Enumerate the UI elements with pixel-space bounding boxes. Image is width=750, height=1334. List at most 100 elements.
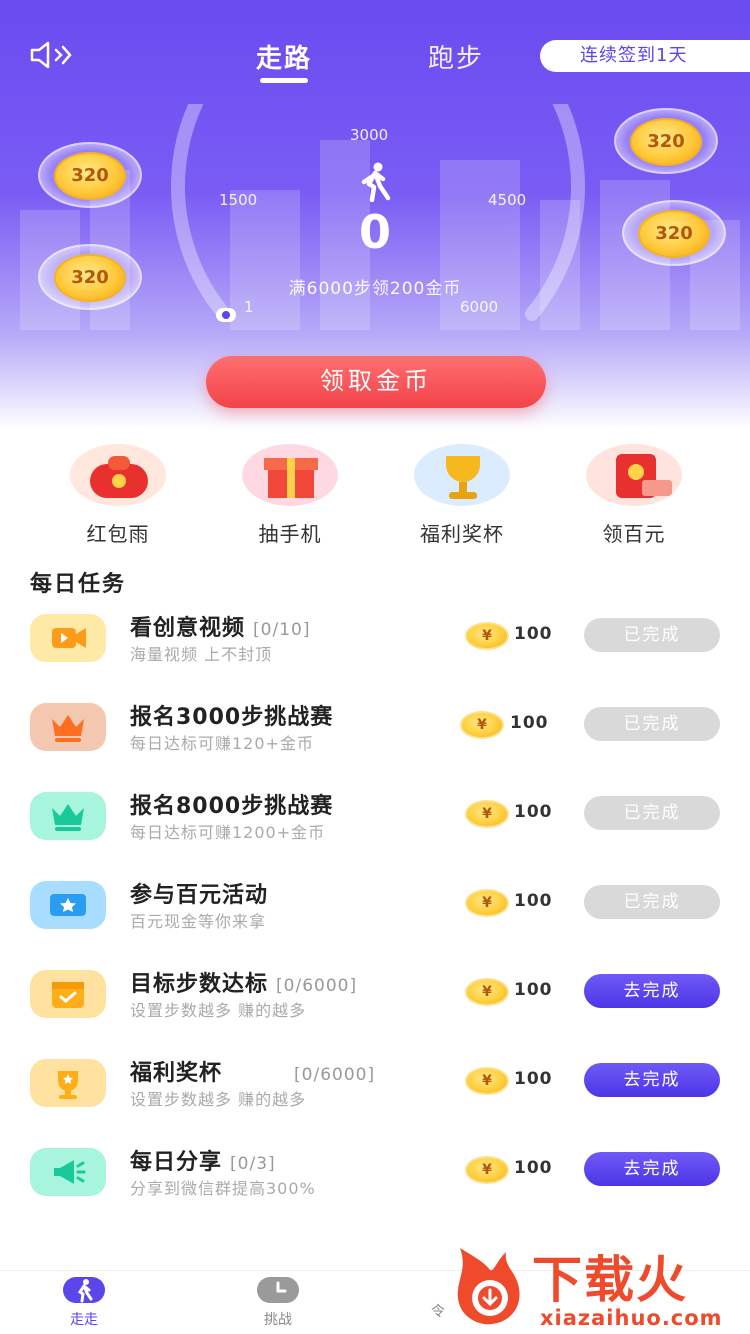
crown-icon xyxy=(30,792,106,840)
coin-bubble[interactable]: 320 xyxy=(622,200,726,266)
nav-label: 挑战 xyxy=(264,1312,292,1328)
task-reward: 100 xyxy=(514,1158,553,1178)
task-reward: 100 xyxy=(514,802,553,822)
entry-lucky-phone[interactable]: 抽手机 xyxy=(204,440,376,547)
gauge-tick-6000: 6000 xyxy=(460,298,499,316)
task-go-button[interactable]: 去完成 xyxy=(584,1152,720,1186)
megaphone-icon xyxy=(30,1148,106,1196)
daily-tasks-title: 每日任务 xyxy=(30,572,127,597)
task-title: 每日分享 [0/3] xyxy=(130,1150,276,1175)
task-go-button[interactable]: 去完成 xyxy=(584,974,720,1008)
task-reward: 100 xyxy=(510,713,549,733)
task-row: 目标步数达标 [0/6000] 设置步数越多 赚的越多 ¥ 100 去完成 xyxy=(0,952,750,1041)
calendar-icon xyxy=(30,970,106,1018)
gauge-tick-3000: 3000 xyxy=(350,126,389,144)
task-row: 福利奖杯 [0/6000] 设置步数越多 赚的越多 ¥ 100 去完成 xyxy=(0,1041,750,1130)
task-completed-button[interactable]: 已完成 xyxy=(584,707,720,741)
task-description: 设置步数越多 赚的越多 xyxy=(130,1090,307,1109)
task-description: 百元现金等你来拿 xyxy=(130,912,267,931)
coin-icon: ¥ xyxy=(465,978,509,1006)
task-title: 看创意视频 [0/10] xyxy=(130,616,311,641)
task-title: 报名8000步挑战赛 xyxy=(130,794,334,819)
watermark-url: xiazaihuo.com xyxy=(540,1306,723,1330)
coin-bubble[interactable]: 320 xyxy=(38,142,142,208)
tab-active-indicator xyxy=(260,78,309,83)
task-description: 分享到微信群提高300% xyxy=(130,1179,316,1198)
task-progress: [0/10] xyxy=(253,620,311,640)
coin-icon: 320 xyxy=(54,254,126,302)
task-row: 报名3000步挑战赛 每日达标可赚120+金币 ¥ 100 已完成 xyxy=(0,685,750,774)
task-reward: 100 xyxy=(514,1069,553,1089)
task-row: 报名8000步挑战赛 每日达标可赚1200+金币 ¥ 100 已完成 xyxy=(0,774,750,863)
entry-label: 红包雨 xyxy=(86,522,150,546)
coin-icon: 320 xyxy=(54,152,126,200)
task-description: 海量视频 上不封顶 xyxy=(130,645,273,664)
signin-streak-button[interactable]: 连续签到1天 xyxy=(540,40,750,72)
red-envelope-icon xyxy=(70,444,166,506)
task-title: 报名3000步挑战赛 xyxy=(130,705,334,730)
gauge-tick-4500: 4500 xyxy=(488,191,527,209)
tab-run[interactable]: 跑步 xyxy=(428,38,484,75)
claim-coins-button[interactable]: 领取金币 xyxy=(206,356,546,408)
task-title: 福利奖杯 [0/6000] xyxy=(130,1061,376,1086)
nav-item-challenge[interactable]: 挑战 xyxy=(218,1277,338,1329)
task-row: 每日分享 [0/3] 分享到微信群提高300% ¥ 100 去完成 xyxy=(0,1130,750,1219)
watermark-brand: 下载火 xyxy=(532,1251,688,1309)
coin-icon: ¥ xyxy=(465,1156,509,1184)
task-title: 目标步数达标 [0/6000] xyxy=(130,972,358,997)
walking-person-icon xyxy=(361,162,391,202)
ticket-icon xyxy=(30,881,106,929)
flame-logo-icon xyxy=(457,1248,520,1325)
task-description: 设置步数越多 赚的越多 xyxy=(130,1001,307,1020)
task-description: 每日达标可赚1200+金币 xyxy=(130,823,326,842)
coin-icon: ¥ xyxy=(460,711,504,739)
task-completed-button[interactable]: 已完成 xyxy=(584,618,720,652)
task-completed-button[interactable]: 已完成 xyxy=(584,885,720,919)
task-progress: [0/6000] xyxy=(276,976,358,996)
entry-red-envelope-rain[interactable]: 红包雨 xyxy=(32,440,204,547)
coin-bubble[interactable]: 320 xyxy=(38,244,142,310)
walking-person-icon xyxy=(63,1277,105,1303)
task-completed-button[interactable]: 已完成 xyxy=(584,796,720,830)
quick-entries: 红包雨 抽手机 福利奖杯 领百元 xyxy=(0,440,750,550)
entry-label: 抽手机 xyxy=(258,522,322,546)
tab-walk-label: 走路 xyxy=(256,44,313,74)
task-go-button[interactable]: 去完成 xyxy=(584,1063,720,1097)
task-progress: [0/3] xyxy=(230,1154,276,1174)
entry-label: 福利奖杯 xyxy=(420,522,504,546)
gauge-progress-marker xyxy=(216,308,236,322)
task-progress: [0/6000] xyxy=(294,1065,376,1085)
step-count: 0 xyxy=(358,205,391,259)
nav-item-walk[interactable]: 走走 xyxy=(24,1277,144,1329)
task-reward: 100 xyxy=(514,891,553,911)
coin-bubble[interactable]: 320 xyxy=(614,108,718,174)
red-packet-cash-icon xyxy=(586,444,682,506)
video-icon xyxy=(30,614,106,662)
task-row: 参与百元活动 百元现金等你来拿 ¥ 100 已完成 xyxy=(0,863,750,952)
task-description: 每日达标可赚120+金币 xyxy=(130,734,314,753)
gauge-tick-start: 1 xyxy=(244,298,254,316)
gift-box-icon xyxy=(242,444,338,506)
coin-icon: ¥ xyxy=(465,889,509,917)
tab-run-label: 跑步 xyxy=(428,44,485,74)
trophy-icon xyxy=(414,444,510,506)
entry-trophy[interactable]: 福利奖杯 xyxy=(376,440,548,547)
nav-label: 走走 xyxy=(70,1312,98,1328)
tab-walk[interactable]: 走路 xyxy=(256,38,313,83)
entry-label: 领百元 xyxy=(602,522,666,546)
watermark: 下载火 xiazaihuo.com xyxy=(440,1236,750,1334)
speaker-icon[interactable] xyxy=(28,40,74,70)
crown-icon xyxy=(30,703,106,751)
gauge-goal-hint: 满6000步领200金币 xyxy=(288,279,462,299)
coin-icon: ¥ xyxy=(465,800,509,828)
entry-hundred-yuan[interactable]: 领百元 xyxy=(548,440,720,547)
task-title: 参与百元活动 xyxy=(130,883,269,908)
gauge-tick-1500: 1500 xyxy=(219,191,258,209)
coin-icon: ¥ xyxy=(465,1067,509,1095)
coin-icon: 320 xyxy=(638,210,710,258)
task-reward: 100 xyxy=(514,624,553,644)
trophy-icon xyxy=(30,1059,106,1107)
clock-icon xyxy=(257,1277,299,1303)
coin-icon: 320 xyxy=(630,118,702,166)
task-row: 看创意视频 [0/10] 海量视频 上不封顶 ¥ 100 已完成 xyxy=(0,596,750,685)
